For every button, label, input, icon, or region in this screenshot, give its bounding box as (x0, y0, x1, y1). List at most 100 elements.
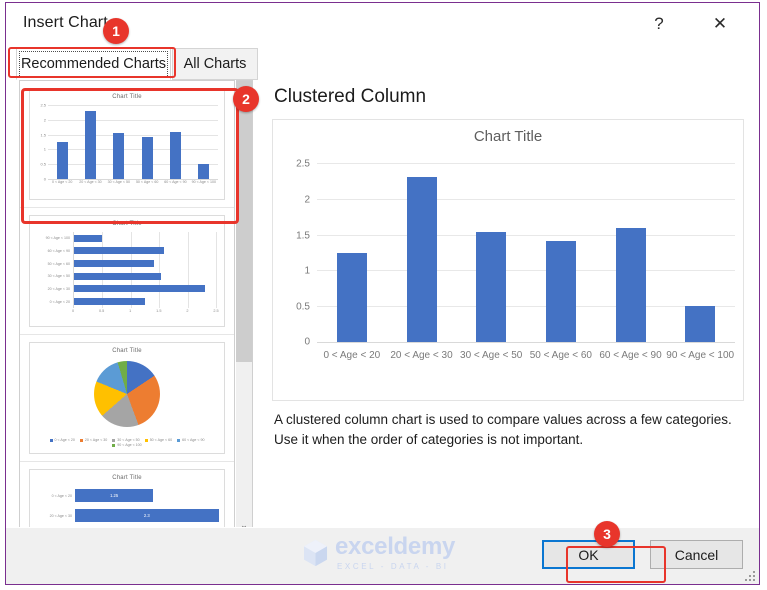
legend-entry: 30 < Age < 50 (112, 438, 140, 442)
tab-all-charts-label: All Charts (183, 56, 247, 72)
chart-description: A clustered column chart is used to comp… (274, 412, 732, 447)
bar (615, 228, 646, 342)
y-axis-tick: 1.5 (296, 230, 310, 242)
ok-button[interactable]: OK (542, 540, 635, 569)
mini-y-axis: 2.5 2 1.5 1 0.5 0 (33, 102, 47, 182)
mini-cat-label: 50 < Age < 60 (47, 261, 70, 266)
bar-slot (387, 163, 457, 342)
bar (545, 241, 576, 342)
thumbnail-bar-with-labels: Chart Title 0 < Age < 20 1.25 20 < Age < (29, 469, 225, 534)
scrollbar-thumb[interactable] (236, 81, 252, 362)
gridline (216, 232, 217, 308)
legend-entry: 90 < Age < 100 (112, 443, 142, 447)
mini-cat-label: 90 < Age < 100 (45, 236, 70, 241)
mini-ytick: 1.5 (40, 132, 46, 138)
mini-bar-row: 0 < Age < 20 1.25 (34, 486, 220, 506)
mini-category-labels: 0 < Age < 20 20 < Age < 30 30 < Age < 50… (48, 180, 218, 184)
mini-cat-label: 20 < Age < 30 (49, 514, 72, 518)
thumbnail-title: Chart Title (112, 348, 142, 354)
mini-bar (56, 142, 68, 179)
mini-plot-area (73, 232, 217, 308)
dialog-footer: exceldemy EXCEL - DATA - BI OK Cancel (6, 527, 759, 584)
thumbnail-pie: Chart Title 0 < Age < 20 20 < Age < 30 3… (29, 342, 225, 454)
mini-cat-label: 90 < Age < 100 (191, 180, 216, 184)
mini-xtick: 0.5 (98, 309, 105, 313)
x-axis-tick: 60 < Age < 90 (599, 350, 662, 361)
mini-pie-chart (94, 361, 160, 427)
chart-preview-pane: Clustered Column Chart Title 2.5 2 1.5 1 (264, 80, 745, 535)
legend-label: 60 < Age < 90 (182, 438, 205, 442)
legend-entry: 0 < Age < 20 (49, 438, 75, 442)
mini-cat-label: 30 < Age < 50 (47, 274, 70, 279)
list-item[interactable]: Chart Title 2.5 2 1.5 1 0.5 0 0 < Age < … (20, 81, 234, 208)
mini-bar-chart: 90 < Age < 100 60 < Age < 90 50 < Age < … (34, 232, 220, 322)
mini-cat-label: 30 < Age < 50 (107, 180, 130, 184)
mini-bar (74, 247, 165, 255)
legend-entry: 50 < Age < 60 (144, 438, 172, 442)
recommended-charts-list[interactable]: Chart Title 2.5 2 1.5 1 0.5 0 0 < Age < … (19, 80, 235, 535)
mini-cat-label: 0 < Age < 20 (51, 494, 72, 498)
x-axis-tick: 0 < Age < 20 (323, 350, 381, 361)
mini-bar: 1.25 (75, 489, 154, 502)
dialog-content: Chart Title 2.5 2 1.5 1 0.5 0 0 < Age < … (6, 80, 759, 535)
bar (476, 231, 507, 342)
mini-bar-track: 1.25 (75, 486, 220, 506)
tab-recommended-charts-label: Recommended Charts (20, 56, 167, 72)
tab-recommended-charts[interactable]: Recommended Charts (16, 48, 171, 80)
bar-slot (317, 163, 387, 342)
watermark-title: exceldemy (335, 533, 456, 560)
y-axis-tick: 1 (304, 265, 310, 277)
list-item[interactable]: Chart Title 0 < Age < 20 20 < Age < 30 3… (20, 335, 234, 462)
legend-label: 90 < Age < 100 (117, 443, 142, 447)
thumbnail-title: Chart Title (112, 221, 142, 227)
list-item[interactable]: Chart Title 0 < Age < 20 1.25 20 < Age < (20, 462, 234, 534)
y-axis-tick: 2.5 (296, 158, 310, 170)
y-axis-tick: 0.5 (296, 301, 310, 313)
mini-xtick: 2 (186, 309, 189, 313)
mini-bar-row: 20 < Age < 30 2.3 (34, 506, 220, 526)
mini-ytick: 0.5 (40, 161, 46, 167)
bar-slot (456, 163, 526, 342)
close-icon[interactable]: ✕ (699, 6, 741, 42)
x-axis-tick: 30 < Age < 50 (460, 350, 523, 361)
mini-bar (198, 164, 210, 179)
help-icon[interactable]: ? (638, 6, 680, 42)
resize-grip-icon[interactable] (744, 570, 755, 581)
charts-list-scrollbar[interactable]: ⌄ (236, 80, 253, 535)
watermark-text: exceldemy EXCEL - DATA - BI (335, 533, 456, 572)
tab-all-charts[interactable]: All Charts (172, 48, 258, 80)
mini-xtick: 1 (129, 309, 132, 313)
annotation-badge-1: 1 (103, 18, 129, 44)
mini-bar: 2.3 (75, 509, 219, 522)
mini-cat-label: 0 < Age < 20 (51, 180, 73, 184)
x-axis-tick: 20 < Age < 30 (390, 350, 453, 361)
cancel-button[interactable]: Cancel (650, 540, 743, 569)
mini-pie-legend: 0 < Age < 20 20 < Age < 30 30 < Age < 50… (38, 438, 216, 447)
mini-ytick: 2.5 (40, 102, 46, 108)
bar-slot (665, 163, 735, 342)
mini-ytick: 1 (43, 146, 46, 152)
thumbnail-title: Chart Title (112, 475, 142, 481)
mini-bar (74, 272, 162, 280)
exceldemy-logo-icon (303, 539, 328, 567)
mini-ytick: 0 (43, 176, 46, 182)
y-axis-tick: 2 (304, 194, 310, 206)
mini-bar (74, 234, 103, 242)
legend-label: 20 < Age < 30 (84, 438, 108, 442)
exceldemy-watermark: exceldemy EXCEL - DATA - BI (302, 535, 455, 571)
bar (685, 306, 716, 342)
bar-slot (596, 163, 666, 342)
mini-category-labels: 90 < Age < 100 60 < Age < 90 50 < Age < … (34, 232, 72, 308)
mini-plot-area (48, 105, 218, 180)
mini-x-axis: 0 0.5 1 1.5 2 2.5 (72, 309, 219, 317)
mini-bar (74, 260, 155, 268)
mini-bars (48, 105, 218, 179)
annotation-badge-2: 2 (233, 86, 259, 112)
mini-cat-label: 20 < Age < 30 (79, 180, 102, 184)
list-item[interactable]: Chart Title 90 < Age < 100 60 < Age < 90… (20, 208, 234, 335)
legend-entry: 60 < Age < 90 (177, 438, 204, 442)
thumbnail-title: Chart Title (112, 94, 142, 100)
insert-chart-dialog: Insert Chart ? ✕ Recommended Charts All … (5, 2, 760, 585)
mini-bars (74, 232, 216, 308)
annotation-badge-3: 3 (594, 521, 620, 547)
